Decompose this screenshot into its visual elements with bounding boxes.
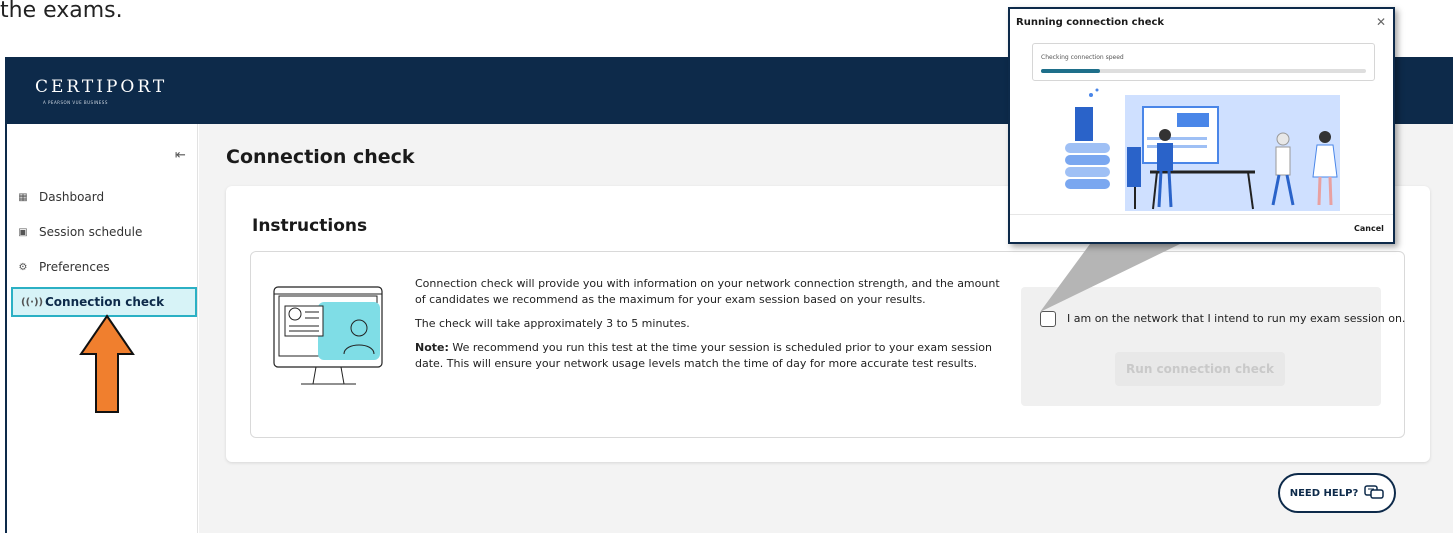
instructions-box: Connection check will provide you with i… — [250, 251, 1405, 438]
background-text: the exams. — [0, 0, 123, 23]
orange-up-arrow-annotation — [79, 314, 135, 413]
note-text: We recommend you run this test at the ti… — [415, 341, 993, 370]
note-paragraph: Note: We recommend you run this test at … — [415, 340, 1005, 372]
collapse-sidebar-icon[interactable]: ⇤ — [175, 148, 186, 163]
cancel-button[interactable]: Cancel — [1354, 224, 1384, 233]
chat-bubble-icon — [1364, 485, 1384, 499]
run-connection-check-button[interactable]: Run connection check — [1115, 352, 1285, 386]
sidebar-item-label: Connection check — [45, 295, 165, 309]
connection-check-modal: Running connection check ✕ Checking conn… — [1008, 7, 1395, 244]
progress-fill — [1041, 69, 1100, 73]
gear-icon: ⚙ — [18, 261, 28, 273]
callout-pointer — [1040, 244, 1180, 312]
page-title: Connection check — [226, 146, 415, 168]
progress-box: Checking connection speed — [1032, 43, 1375, 81]
sidebar-item-label: Session schedule — [39, 225, 143, 239]
note-label: Note: — [415, 341, 449, 354]
sidebar-item-preferences[interactable]: ⚙ Preferences — [7, 252, 198, 282]
close-icon[interactable]: ✕ — [1376, 15, 1386, 29]
progress-label: Checking connection speed — [1041, 54, 1124, 61]
description-paragraph: Connection check will provide you with i… — [415, 277, 1000, 306]
sidebar-item-label: Dashboard — [39, 190, 105, 204]
logo-wordmark: CERTIPORT — [35, 77, 168, 97]
sidebar-item-dashboard[interactable]: ▦ Dashboard — [7, 182, 198, 212]
certiport-logo[interactable]: CERTIPORT A PEARSON VUE BUSINESS — [35, 77, 167, 105]
sidebar-item-label: Preferences — [39, 260, 110, 274]
need-help-label: NEED HELP? — [1289, 487, 1359, 499]
instructions-text: Connection check will provide you with i… — [415, 276, 1005, 380]
calendar-icon: ▣ — [18, 226, 28, 238]
need-help-button[interactable]: NEED HELP? — [1278, 473, 1396, 513]
progress-bar — [1041, 69, 1366, 73]
modal-divider — [1010, 214, 1393, 215]
instructions-heading: Instructions — [252, 216, 368, 236]
grid-icon: ▦ — [18, 191, 28, 203]
modal-title: Running connection check — [1016, 17, 1165, 28]
logo-tagline: A PEARSON VUE BUSINESS — [43, 100, 108, 105]
sidebar-item-session-schedule[interactable]: ▣ Session schedule — [7, 217, 198, 247]
duration-paragraph: The check will take approximately 3 to 5… — [415, 317, 690, 330]
wifi-signal-icon: ((·)) — [21, 296, 44, 308]
sidebar-item-connection-check[interactable]: ((·)) Connection check — [11, 287, 197, 317]
computer-illustration — [273, 286, 383, 385]
office-team-illustration — [1065, 88, 1340, 211]
